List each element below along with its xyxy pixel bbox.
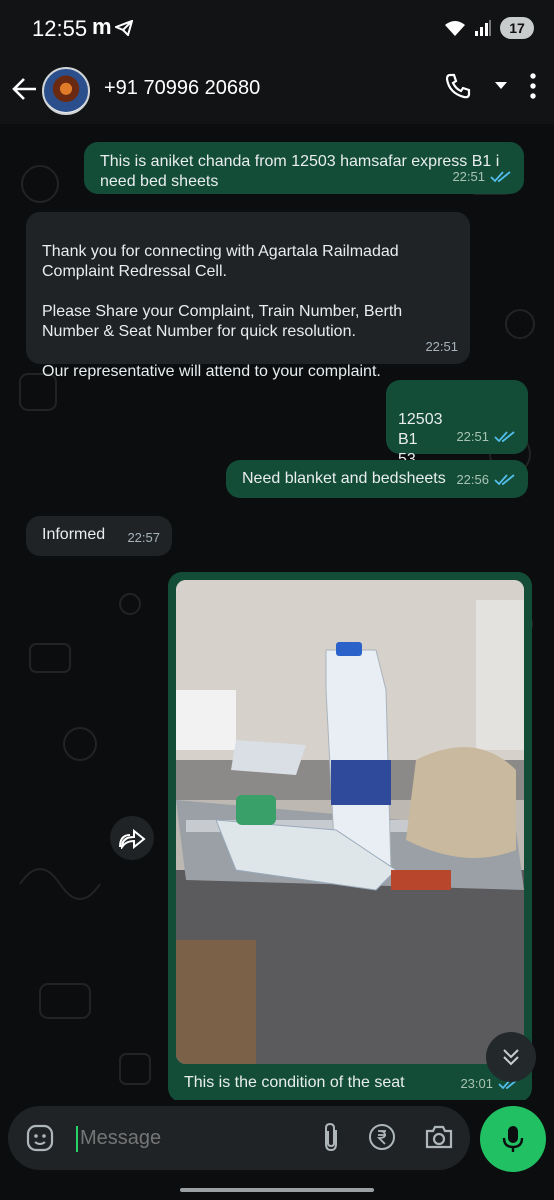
message-time: 22:51 — [456, 429, 489, 444]
message-input[interactable] — [80, 1127, 280, 1150]
back-arrow-icon[interactable] — [10, 75, 38, 103]
read-ticks-icon — [494, 474, 515, 486]
status-time: 12:55 — [32, 16, 88, 41]
chat-header: +91 70996 20680 — [0, 58, 554, 124]
message-time: 22:56 — [456, 472, 489, 487]
home-indicator — [180, 1188, 374, 1192]
message-text: Informed — [42, 526, 106, 543]
status-bar: 12:55 m 17 — [0, 0, 554, 58]
message-time: 22:51 — [425, 339, 458, 354]
rupee-payment-icon[interactable] — [368, 1123, 396, 1151]
message-incoming[interactable]: Thank you for connecting with Agartala R… — [26, 212, 470, 380]
message-incoming[interactable]: Informed 22:57 — [26, 516, 172, 556]
forward-button[interactable] — [110, 816, 154, 860]
battery-indicator: 17 — [500, 17, 534, 39]
attach-icon[interactable] — [322, 1122, 340, 1152]
scroll-to-bottom-button[interactable] — [486, 1032, 536, 1082]
message-outgoing[interactable]: This is aniket chanda from 12503 hamsafa… — [84, 142, 524, 194]
avatar[interactable] — [42, 67, 90, 115]
text-caret — [76, 1126, 78, 1152]
image-caption: This is the condition of the seat — [184, 1074, 405, 1091]
message-text: This is aniket chanda from 12503 hamsafa… — [100, 153, 500, 190]
message-text: Need blanket and bedsheets — [242, 470, 446, 487]
message-composer[interactable] — [8, 1106, 470, 1170]
camera-icon[interactable] — [424, 1124, 454, 1150]
photo-illustration — [176, 580, 524, 1064]
more-icon[interactable] — [530, 73, 536, 99]
contact-name[interactable]: +91 70996 20680 — [104, 77, 260, 100]
chat-area[interactable]: This is aniket chanda from 12503 hamsafa… — [0, 124, 554, 1100]
microphone-icon — [502, 1126, 524, 1152]
forward-icon — [119, 828, 146, 849]
voice-record-button[interactable] — [480, 1106, 546, 1172]
telegram-icon — [115, 20, 133, 36]
dropdown-icon[interactable] — [494, 81, 508, 91]
carrier-glyph: m — [92, 14, 112, 39]
message-outgoing[interactable]: 12503 B1 53 22:51 — [386, 380, 528, 468]
double-chevron-down-icon — [503, 1049, 519, 1066]
message-time: 22:51 — [452, 169, 485, 184]
message-time: 22:57 — [127, 530, 160, 545]
read-ticks-icon — [494, 431, 515, 443]
read-ticks-icon — [490, 171, 511, 183]
message-outgoing[interactable]: Need blanket and bedsheets 22:56 — [226, 460, 528, 498]
signal-icon — [475, 20, 491, 36]
phone-icon[interactable] — [444, 72, 472, 100]
sticker-icon[interactable] — [26, 1124, 54, 1152]
message-text: Thank you for connecting with Agartala R… — [42, 243, 403, 380]
message-time: 23:01 — [460, 1076, 493, 1091]
wifi-icon — [445, 21, 465, 36]
attached-photo[interactable] — [176, 580, 524, 1064]
